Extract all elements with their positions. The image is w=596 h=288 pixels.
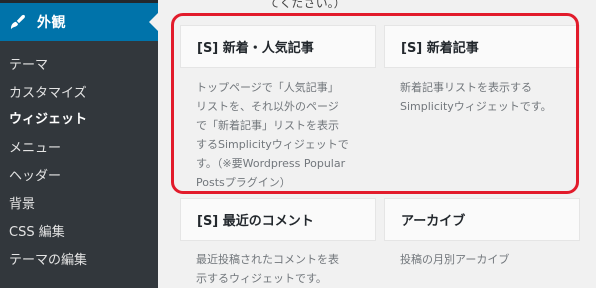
widget-new-popular-posts[interactable]: [S] 新着・人気記事 (180, 25, 376, 68)
submenu-item-theme-editor[interactable]: テーマの編集 (9, 249, 87, 268)
brush-icon (9, 13, 27, 31)
widget-title: [S] 新着記事 (401, 41, 479, 56)
widget-new-posts-description: 新着記事リストを表示する Simplicityウィジェットです。 (400, 78, 576, 116)
widget-title: アーカイブ (401, 214, 466, 229)
instruction-text: てください。） (268, 0, 346, 10)
widget-title: [S] 新着・人気記事 (197, 41, 314, 56)
widget-new-popular-posts-description: トップページで「人気記事」 リストを、それ以外のページ で「新着記事」リストを表… (196, 78, 376, 192)
description-line: す。（※要Wordpress Popular (196, 157, 346, 170)
description-line: 最近投稿されたコメントを表 (196, 253, 339, 266)
submenu-item-css-edit[interactable]: CSS 編集 (9, 221, 65, 240)
submenu-item-header[interactable]: ヘッダー (9, 165, 61, 184)
submenu-item-background[interactable]: 背景 (9, 193, 35, 212)
widget-recent-comments[interactable]: [S] 最近のコメント (180, 198, 376, 241)
widget-title: [S] 最近のコメント (197, 214, 314, 229)
submenu-item-themes[interactable]: テーマ (9, 54, 48, 73)
widget-archives[interactable]: アーカイブ (384, 198, 580, 241)
description-line: Postsプラグイン） (196, 176, 291, 189)
description-line: 新着記事リストを表示する (400, 81, 532, 94)
description-line: 投稿の月別アーカイブ (400, 253, 510, 266)
widget-archives-description: 投稿の月別アーカイブ (400, 250, 576, 269)
description-line: 示するウィジェットです。 (196, 272, 327, 285)
description-line: リストを、それ以外のページ (196, 100, 339, 113)
menu-appearance[interactable]: 外観 (0, 3, 158, 41)
widget-recent-comments-description: 最近投稿されたコメントを表 示するウィジェットです。 (196, 250, 376, 288)
admin-sidebar: 外観 テーマ カスタマイズ ウィジェット メニュー ヘッダー 背景 CSS 編集… (0, 0, 158, 288)
description-line: するSimplicityウィジェットで (196, 138, 349, 151)
submenu-item-menus[interactable]: メニュー (9, 137, 61, 156)
appearance-submenu: テーマ カスタマイズ ウィジェット メニュー ヘッダー 背景 CSS 編集 テー… (0, 41, 158, 288)
description-line: で「新着記事」リストを表示 (196, 119, 339, 132)
description-line: トップページで「人気記事」 (196, 81, 339, 94)
submenu-item-customize[interactable]: カスタマイズ (9, 82, 87, 101)
menu-appearance-label: 外観 (37, 15, 66, 31)
submenu-item-widgets[interactable]: ウィジェット (9, 108, 87, 127)
widget-new-posts[interactable]: [S] 新着記事 (384, 25, 580, 68)
description-line: Simplicityウィジェットです。 (400, 100, 552, 113)
current-menu-arrow (149, 13, 158, 31)
